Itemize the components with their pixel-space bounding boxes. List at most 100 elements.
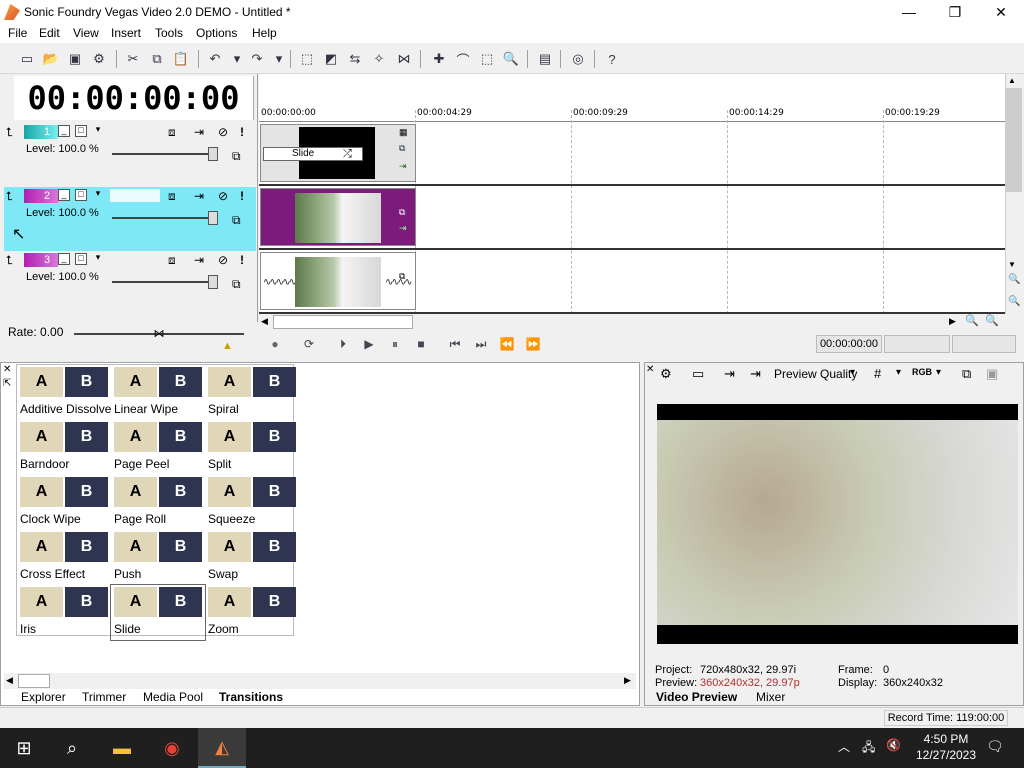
- preview-icon[interactable]: ◎: [567, 48, 589, 70]
- menu-help[interactable]: Help: [252, 26, 277, 40]
- menu-tools[interactable]: Tools: [155, 26, 183, 40]
- panel-pin-icon[interactable]: ⇱: [3, 378, 11, 389]
- transitions-scrollbar[interactable]: ▶ ◀: [4, 673, 636, 689]
- solo-icon[interactable]: !: [240, 125, 244, 139]
- split-screen-icon[interactable]: ⇥: [724, 366, 735, 382]
- chevron-down-icon[interactable]: ▾: [896, 367, 901, 378]
- transition-item[interactable]: A B Swap: [205, 530, 299, 585]
- maximize-button[interactable]: ❐: [932, 0, 978, 24]
- tab-transitions[interactable]: Transitions: [219, 690, 283, 706]
- zoom-tool-icon[interactable]: 🔍: [500, 48, 522, 70]
- new-icon[interactable]: ▭: [16, 48, 38, 70]
- network-icon[interactable]: 🖧: [862, 738, 875, 759]
- scroll-down-icon[interactable]: ▼: [1008, 260, 1016, 269]
- track-fx-icon[interactable]: ⧈: [168, 125, 176, 140]
- transition-item[interactable]: A B Linear Wipe: [111, 365, 205, 420]
- video-fx-icon[interactable]: ⇥: [750, 366, 761, 382]
- trim-start-icon[interactable]: ⌒: [452, 48, 474, 70]
- menu-insert[interactable]: Insert: [111, 26, 141, 40]
- timeline-horizontal-scrollbar[interactable]: ◀ ▶ 🔍 🔍: [259, 314, 1022, 330]
- notifications-icon[interactable]: 🗨: [986, 738, 1004, 755]
- track-motion-icon[interactable]: ⧉: [232, 213, 241, 228]
- clip-fx-icon[interactable]: ▦: [399, 127, 408, 138]
- minimize-track-icon[interactable]: _: [58, 253, 70, 265]
- chrome-icon[interactable]: ◉: [148, 728, 196, 768]
- ripple-edit-icon[interactable]: ⇆: [344, 48, 366, 70]
- help-pointer-icon[interactable]: ?: [601, 48, 623, 70]
- close-button[interactable]: ✕: [978, 0, 1024, 24]
- composite-icon[interactable]: ⇥: [194, 189, 204, 203]
- level-slider-thumb[interactable]: [208, 275, 218, 289]
- start-button-icon[interactable]: ⊞: [0, 728, 48, 768]
- volume-icon[interactable]: 🔇: [886, 738, 901, 752]
- transition-item[interactable]: A B Push: [111, 530, 205, 585]
- transition-item[interactable]: A B Barndoor: [17, 420, 111, 475]
- maximize-track-icon[interactable]: □: [75, 125, 87, 137]
- track-menu-icon[interactable]: ▾: [92, 125, 104, 137]
- auto-crossfade-icon[interactable]: ⋈: [393, 48, 415, 70]
- minimize-track-icon[interactable]: _: [58, 125, 70, 137]
- level-slider-thumb[interactable]: [208, 211, 218, 225]
- chevron-up-icon[interactable]: ︿: [838, 738, 850, 755]
- vegas-app-icon[interactable]: ◭: [198, 728, 246, 768]
- clip-track-2[interactable]: ⧉ ⇥: [260, 188, 416, 246]
- redo-dropdown-icon[interactable]: ▾: [268, 48, 290, 70]
- transition-item[interactable]: A B Page Roll: [111, 475, 205, 530]
- scroll-right-icon[interactable]: ▶: [949, 316, 956, 327]
- envelope-tool-icon[interactable]: ◩: [320, 48, 342, 70]
- pause-icon[interactable]: ⏸: [384, 334, 406, 354]
- go-to-end-icon[interactable]: ⏭: [470, 334, 492, 354]
- select-region-icon[interactable]: ⬚: [476, 48, 498, 70]
- clock-date[interactable]: 12/27/2023: [912, 748, 980, 762]
- track-header-3[interactable]: ⮤ 3 _ □ ▾ ⧈ ⇥ ⊘ ! Level: 100.0 % ⧉: [4, 251, 256, 315]
- mute-icon[interactable]: ⊘: [218, 189, 228, 203]
- clip-envelope-icon[interactable]: ⇥: [399, 161, 407, 172]
- cut-icon[interactable]: ✂: [122, 48, 144, 70]
- file-explorer-icon[interactable]: ▬: [98, 728, 146, 768]
- track-fx-icon[interactable]: ⧈: [168, 189, 176, 204]
- zoom-in-icon[interactable]: 🔍: [965, 314, 979, 327]
- play-icon[interactable]: ▶: [358, 334, 380, 354]
- play-from-start-icon[interactable]: ⏵: [332, 334, 354, 354]
- mute-icon[interactable]: ⊘: [218, 125, 228, 139]
- track-fx-icon[interactable]: ⧈: [168, 253, 176, 268]
- clip-pan-icon[interactable]: ⧉: [399, 143, 405, 154]
- tab-trimmer[interactable]: Trimmer: [82, 690, 126, 706]
- transition-item[interactable]: A B Clock Wipe: [17, 475, 111, 530]
- minimize-track-icon[interactable]: _: [58, 189, 70, 201]
- zoom-out-vertical-icon[interactable]: 🔍: [1008, 296, 1020, 307]
- track-menu-icon[interactable]: ▾: [92, 253, 104, 265]
- clock-time[interactable]: 4:50 PM: [918, 732, 974, 746]
- panel-close-icon[interactable]: ✕: [646, 364, 654, 375]
- timeline-vertical-scrollbar[interactable]: ▲ ▼ 🔍 🔍: [1005, 74, 1022, 314]
- go-to-start-icon[interactable]: ⏮: [444, 334, 466, 354]
- minimize-button[interactable]: —: [886, 0, 932, 24]
- clip-envelope-icon[interactable]: ⇥: [399, 223, 407, 234]
- save-snapshot-icon[interactable]: ▣: [986, 366, 998, 382]
- scroll-up-icon[interactable]: ▲: [1008, 76, 1016, 85]
- solo-icon[interactable]: !: [240, 253, 244, 267]
- mute-icon[interactable]: ⊘: [218, 253, 228, 267]
- tab-video-preview[interactable]: Video Preview: [656, 690, 737, 706]
- expand-icon[interactable]: ⮤: [6, 253, 13, 268]
- panel-close-icon[interactable]: ✕: [3, 364, 11, 375]
- record-icon[interactable]: ●: [264, 334, 286, 354]
- transition-item[interactable]: A B Iris: [17, 585, 111, 640]
- track-motion-icon[interactable]: ⧉: [232, 277, 241, 292]
- snap-icon[interactable]: ✧: [368, 48, 390, 70]
- save-icon[interactable]: ▣: [64, 48, 86, 70]
- search-icon[interactable]: ⌕: [48, 728, 96, 768]
- chevron-down-icon[interactable]: ▾: [936, 367, 941, 378]
- stop-icon[interactable]: ■: [410, 334, 432, 354]
- scroll-left-icon[interactable]: ◀: [6, 675, 13, 686]
- render-icon[interactable]: ▤: [534, 48, 556, 70]
- expand-icon[interactable]: ⮤: [6, 125, 13, 140]
- track-menu-icon[interactable]: ▾: [92, 189, 104, 201]
- expand-icon[interactable]: ⮤: [6, 189, 13, 204]
- transition-item[interactable]: A B Slide: [110, 584, 206, 641]
- solo-icon[interactable]: !: [240, 189, 244, 203]
- rgb-channel-icon[interactable]: RGB: [912, 367, 932, 377]
- clip-pan-icon[interactable]: ⧉: [399, 271, 405, 282]
- transition-item[interactable]: A B Spiral: [205, 365, 299, 420]
- maximize-track-icon[interactable]: □: [75, 189, 87, 201]
